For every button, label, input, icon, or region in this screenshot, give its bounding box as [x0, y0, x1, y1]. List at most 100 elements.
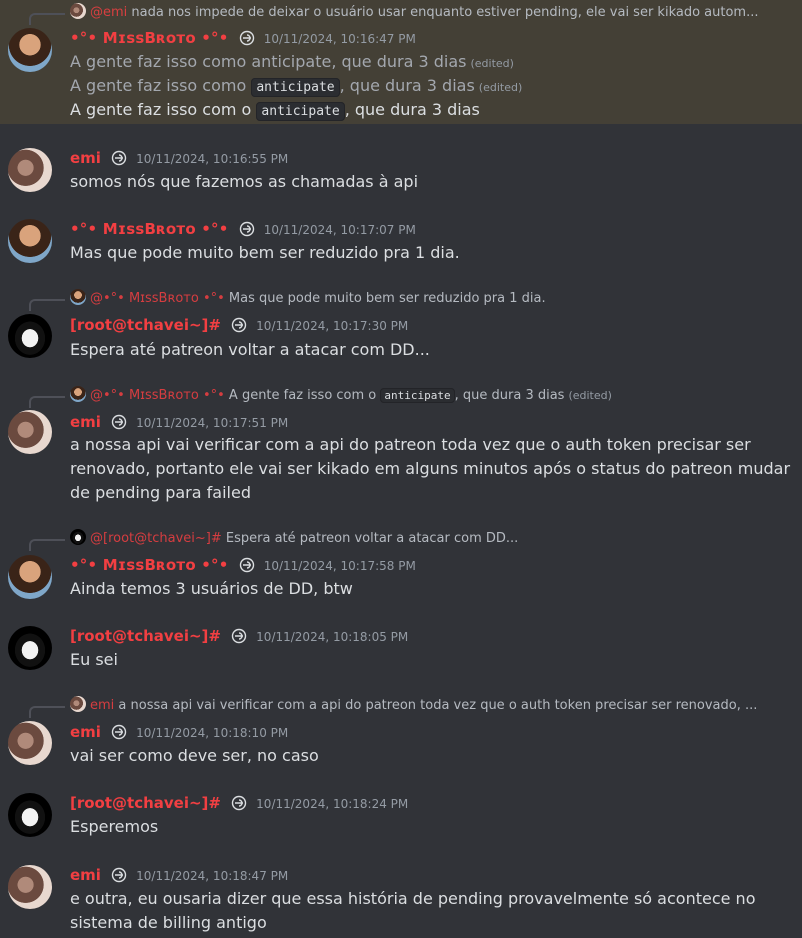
timestamp[interactable]: 10/11/2024, 10:18:47 PM — [136, 869, 288, 883]
avatar[interactable] — [8, 555, 52, 599]
reply-avatar — [70, 289, 86, 305]
message-group: @[root@tchavei~]# Espera até patreon vol… — [0, 529, 802, 603]
message-text: sistema de billing antigo — [70, 913, 267, 932]
badge-icon — [239, 221, 254, 237]
edited-label: (edited) — [478, 81, 523, 94]
avatar[interactable] — [8, 410, 52, 454]
message-text: de pending para failed — [70, 483, 251, 502]
edited-label: (edited) — [568, 389, 612, 402]
message-group: •°• MɪssBʀᴏᴛᴏ •°• 10/11/2024, 10:17:07 P… — [0, 219, 802, 269]
reply-preview[interactable]: @•°• MɪssBʀᴏᴛᴏ •°• A gente faz isso com … — [70, 386, 790, 404]
message-header: •°• MɪssBʀᴏᴛᴏ •°• 10/11/2024, 10:16:47 P… — [70, 28, 416, 48]
reply-spine — [29, 706, 65, 718]
message-header: emi 10/11/2024, 10:18:10 PM — [70, 722, 288, 742]
reply-preview[interactable]: @emi nada nos impede de deixar o usuário… — [70, 3, 790, 21]
reply-preview[interactable]: @[root@tchavei~]# Espera até patreon vol… — [70, 529, 790, 547]
badge-icon — [111, 150, 127, 166]
username[interactable]: [root@tchavei~]# — [70, 794, 221, 812]
badge-icon — [111, 414, 127, 430]
username[interactable]: emi — [70, 723, 101, 741]
timestamp[interactable]: 10/11/2024, 10:17:30 PM — [256, 319, 408, 333]
inline-code: anticipate — [251, 78, 340, 97]
username[interactable]: emi — [70, 149, 101, 167]
message-text: A gente faz isso com o anticipate, que d… — [70, 100, 480, 121]
message-text: Ainda temos 3 usuários de DD, btw — [70, 579, 353, 598]
message-group: emi 10/11/2024, 10:18:47 PM e outra, eu … — [0, 865, 802, 938]
avatar[interactable] — [8, 865, 52, 909]
message-text: renovado, portanto ele vai ser kikado em… — [70, 459, 791, 478]
username[interactable]: [root@tchavei~]# — [70, 316, 221, 334]
avatar[interactable] — [8, 626, 52, 670]
reply-text: Mas que pode muito bem ser reduzido pra … — [228, 291, 546, 306]
message-text: a nossa api vai verificar com a api do p… — [70, 435, 751, 454]
reply-avatar — [70, 529, 86, 545]
timestamp[interactable]: 10/11/2024, 10:18:24 PM — [256, 797, 408, 811]
message-group: @emi nada nos impede de deixar o usuário… — [0, 0, 802, 124]
badge-icon — [111, 867, 127, 883]
message-header: [root@tchavei~]# 10/11/2024, 10:18:24 PM — [70, 793, 408, 813]
message-text: vai ser como deve ser, no caso — [70, 746, 319, 765]
message-text: Esperemos — [70, 817, 159, 836]
badge-icon — [231, 317, 247, 333]
timestamp[interactable]: 10/11/2024, 10:17:51 PM — [136, 416, 288, 430]
message-header: emi 10/11/2024, 10:17:51 PM — [70, 412, 288, 432]
message-header: [root@tchavei~]# 10/11/2024, 10:17:30 PM — [70, 315, 408, 335]
timestamp[interactable]: 10/11/2024, 10:16:47 PM — [264, 32, 416, 46]
message-header: [root@tchavei~]# 10/11/2024, 10:18:05 PM — [70, 626, 408, 646]
timestamp[interactable]: 10/11/2024, 10:18:05 PM — [256, 630, 408, 644]
username[interactable]: emi — [70, 866, 101, 884]
message-group: [root@tchavei~]# 10/11/2024, 10:18:05 PM… — [0, 626, 802, 676]
reply-text: A gente faz isso com o anticipate, que d… — [228, 388, 612, 403]
username[interactable]: •°• MɪssBʀᴏᴛᴏ •°• — [70, 29, 229, 47]
username[interactable]: •°• MɪssBʀᴏᴛᴏ •°• — [70, 220, 229, 238]
message-header: emi 10/11/2024, 10:16:55 PM — [70, 148, 288, 168]
reply-author[interactable]: emi — [90, 698, 114, 713]
reply-text: Espera até patreon voltar a atacar com D… — [225, 531, 519, 546]
reply-mention[interactable]: @[root@tchavei~]# — [90, 531, 222, 546]
edited-label: (edited) — [470, 57, 514, 70]
avatar[interactable] — [8, 28, 52, 72]
avatar[interactable] — [8, 314, 52, 358]
message-text: Espera até patreon voltar a atacar com D… — [70, 340, 430, 359]
message-group: [root@tchavei~]# 10/11/2024, 10:18:24 PM… — [0, 793, 802, 843]
avatar[interactable] — [8, 219, 52, 263]
reply-text: a nossa api vai verificar com a api do p… — [118, 698, 758, 713]
timestamp[interactable]: 10/11/2024, 10:17:58 PM — [264, 559, 416, 573]
username[interactable]: [root@tchavei~]# — [70, 627, 221, 645]
reply-preview[interactable]: emi a nossa api vai verificar com a api … — [70, 696, 790, 714]
message-text: somos nós que fazemos as chamadas à api — [70, 172, 419, 191]
reply-mention[interactable]: @emi — [90, 5, 127, 20]
reply-mention[interactable]: @•°• MɪssBʀᴏᴛᴏ •°• — [90, 291, 225, 306]
timestamp[interactable]: 10/11/2024, 10:17:07 PM — [264, 223, 416, 237]
badge-icon — [239, 30, 254, 46]
username[interactable]: emi — [70, 413, 101, 431]
message-header: •°• MɪssBʀᴏᴛᴏ •°• 10/11/2024, 10:17:58 P… — [70, 555, 416, 575]
reply-text: nada nos impede de deixar o usuário usar… — [131, 5, 759, 20]
message-group: @•°• MɪssBʀᴏᴛᴏ •°• A gente faz isso com … — [0, 386, 802, 506]
timestamp[interactable]: 10/11/2024, 10:16:55 PM — [136, 152, 288, 166]
message-header: •°• MɪssBʀᴏᴛᴏ •°• 10/11/2024, 10:17:07 P… — [70, 219, 416, 239]
message-text: A gente faz isso como anticipate, que du… — [70, 52, 514, 71]
badge-icon — [231, 795, 247, 811]
avatar[interactable] — [8, 793, 52, 837]
message-text: Mas que pode muito bem ser reduzido pra … — [70, 243, 460, 262]
reply-spine — [29, 396, 65, 408]
message-header: emi 10/11/2024, 10:18:47 PM — [70, 865, 288, 885]
badge-icon — [111, 724, 127, 740]
reply-avatar — [70, 3, 86, 19]
badge-icon — [231, 628, 247, 644]
username[interactable]: •°• MɪssBʀᴏᴛᴏ •°• — [70, 556, 229, 574]
reply-spine — [29, 539, 65, 551]
reply-preview[interactable]: @•°• MɪssBʀᴏᴛᴏ •°• Mas que pode muito be… — [70, 289, 790, 307]
reply-mention[interactable]: @•°• MɪssBʀᴏᴛᴏ •°• — [90, 388, 225, 403]
avatar[interactable] — [8, 148, 52, 192]
inline-code: anticipate — [380, 388, 455, 403]
message-group: emi 10/11/2024, 10:16:55 PM somos nós qu… — [0, 148, 802, 198]
reply-avatar — [70, 696, 86, 712]
avatar[interactable] — [8, 721, 52, 765]
message-text: e outra, eu ousaria dizer que essa histó… — [70, 889, 756, 908]
message-group: emi a nossa api vai verificar com a api … — [0, 696, 802, 770]
badge-icon — [239, 557, 254, 573]
timestamp[interactable]: 10/11/2024, 10:18:10 PM — [136, 726, 288, 740]
message-group: @•°• MɪssBʀᴏᴛᴏ •°• Mas que pode muito be… — [0, 289, 802, 363]
